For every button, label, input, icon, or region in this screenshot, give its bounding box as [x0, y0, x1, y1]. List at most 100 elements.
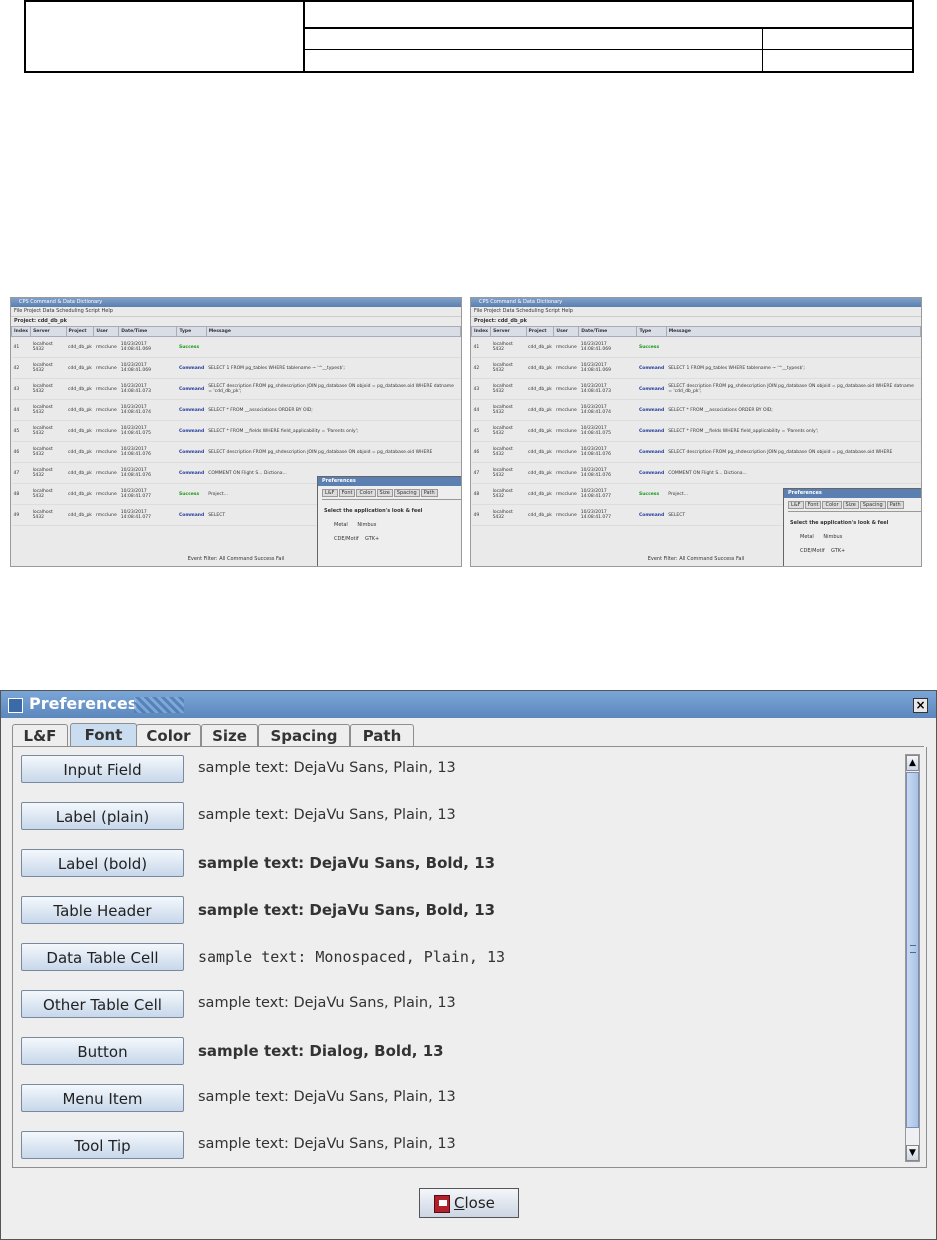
- thumb-cell: COMMENT ON Flight S... Dictiona...: [666, 462, 921, 484]
- thumb-cell: cdd_db_pk: [66, 357, 94, 379]
- thumb-cell: localhost 5432: [30, 462, 67, 484]
- tab-size[interactable]: Size: [201, 724, 258, 747]
- thumb-cell: localhost 5432: [490, 483, 527, 505]
- close-button-label: Close: [454, 1194, 495, 1212]
- close-button[interactable]: Close: [419, 1188, 519, 1218]
- thumb-cell: rmcclune: [553, 483, 579, 505]
- thumb-cell: 10/23/2017 14:08:41.076: [578, 441, 637, 463]
- thumb-cell: 10/23/2017 14:08:41.075: [118, 420, 177, 442]
- tab-font[interactable]: Font: [70, 723, 137, 748]
- thumb-table-row: 46 localhost 5432 cdd_db_pk rmcclune 10/23/2…: [471, 441, 921, 463]
- font-select-button[interactable]: Tool Tip: [21, 1131, 184, 1159]
- thumb-cell: 10/23/2017 14:08:41.077: [118, 504, 177, 526]
- thumb-cell: localhost 5432: [490, 504, 527, 526]
- thumb-cell: cdd_db_pk: [526, 399, 554, 421]
- font-select-button[interactable]: Button: [21, 1037, 184, 1065]
- font-select-button[interactable]: Menu Item: [21, 1084, 184, 1112]
- thumb-cell: Command: [176, 399, 207, 421]
- font-select-button[interactable]: Label (bold): [21, 849, 184, 877]
- thumb-cell: Success: [176, 483, 207, 505]
- tab-path[interactable]: Path: [350, 724, 414, 747]
- title-bar[interactable]: Preferences ×: [1, 691, 936, 718]
- font-sample-text: sample text: DejaVu Sans, Plain, 13: [198, 995, 456, 1011]
- thumb-cell: 46: [471, 441, 491, 463]
- thumb-cell: [666, 336, 921, 358]
- thumb-cell: Command: [176, 357, 207, 379]
- thumb-cell: 45: [11, 420, 31, 442]
- thumb-cell: Command: [176, 462, 207, 484]
- thumb-cell: SELECT description FROM pg_shdescription…: [666, 378, 921, 400]
- close-icon[interactable]: ×: [913, 698, 928, 713]
- thumb-cell: 49: [471, 504, 491, 526]
- thumb-cell: localhost 5432: [30, 378, 67, 400]
- thumb-cell: 41: [471, 336, 491, 358]
- screenshot-thumbnail-metal: CPS Command & Data Dictionary File Projec…: [10, 297, 462, 567]
- thumb-cell: Command: [176, 504, 207, 526]
- thumb-cell: 43: [11, 378, 31, 400]
- font-select-button[interactable]: Data Table Cell: [21, 943, 184, 971]
- thumb-cell: rmcclune: [93, 441, 119, 463]
- thumb-column-header: Type: [636, 326, 667, 337]
- thumb-table-row: 47 localhost 5432 cdd_db_pk rmcclune 10/23/2…: [471, 462, 921, 484]
- tab-color[interactable]: Color: [136, 724, 201, 747]
- thumb-table-row: 43 localhost 5432 cdd_db_pk rmcclune 10/23/2…: [471, 378, 921, 400]
- thumb-pref-question: Select the application's look & feel: [790, 520, 889, 526]
- thumb-table-row: 45 localhost 5432 cdd_db_pk rmcclune 10/23/2…: [11, 420, 461, 442]
- thumb-cell: Success: [176, 336, 207, 358]
- thumb-menu: File Project Data Scheduling Script Help: [11, 307, 461, 317]
- tab-lf[interactable]: L&F: [12, 724, 68, 747]
- thumb-cell: Success: [636, 483, 667, 505]
- screenshot-thumbnail-gtk: CPS Command & Data Dictionary File Projec…: [470, 297, 922, 567]
- font-select-button[interactable]: Label (plain): [21, 802, 184, 830]
- thumb-cell: cdd_db_pk: [66, 504, 94, 526]
- thumb-cell: localhost 5432: [30, 504, 67, 526]
- thumb-cell: SELECT * FROM __associations ORDER BY OI…: [666, 399, 921, 421]
- thumb-table-row: 44 localhost 5432 cdd_db_pk rmcclune 10/23/2…: [471, 399, 921, 421]
- thumb-cell: rmcclune: [93, 357, 119, 379]
- thumb-cell: cdd_db_pk: [526, 420, 554, 442]
- scroll-down-icon[interactable]: ▼: [906, 1145, 919, 1161]
- thumb-cell: 43: [471, 378, 491, 400]
- font-sample-text: sample text: DejaVu Sans, Bold, 13: [198, 901, 496, 919]
- thumb-title: CPS Command & Data Dictionary: [11, 298, 461, 307]
- thumb-cell: localhost 5432: [490, 336, 527, 358]
- thumb-cell: 10/23/2017 14:08:41.069: [118, 336, 177, 358]
- preferences-dialog: Preferences × L&F Font Color Size Spacin…: [0, 690, 937, 1240]
- font-select-button[interactable]: Other Table Cell: [21, 990, 184, 1018]
- thumb-column-header: Server: [30, 326, 67, 337]
- thumb-cell: localhost 5432: [490, 378, 527, 400]
- font-select-button[interactable]: Table Header: [21, 896, 184, 924]
- font-select-button[interactable]: Input Field: [21, 755, 184, 783]
- window-title: Preferences: [29, 694, 138, 713]
- thumb-cell: rmcclune: [93, 399, 119, 421]
- thumb-cell: 49: [11, 504, 31, 526]
- font-sample-text: sample text: DejaVu Sans, Plain, 13: [198, 807, 456, 823]
- tab-spacing[interactable]: Spacing: [258, 724, 350, 747]
- thumb-cell: rmcclune: [93, 420, 119, 442]
- thumb-pref-tab: Size: [842, 501, 859, 509]
- thumb-cell: Command: [636, 420, 667, 442]
- thumb-title: CPS Command & Data Dictionary: [471, 298, 921, 307]
- window-icon: [8, 698, 23, 713]
- thumb-pref-tab: Size: [376, 489, 393, 497]
- vertical-scrollbar[interactable]: ▲ ▼: [905, 754, 920, 1162]
- thumb-cell: cdd_db_pk: [526, 504, 554, 526]
- thumb-cell: 48: [471, 483, 491, 505]
- thumb-table-row: 41 localhost 5432 cdd_db_pk rmcclune 10/23/2…: [471, 336, 921, 358]
- thumb-cell: SELECT description FROM pg_shdescription…: [206, 378, 461, 400]
- thumb-pref-tab: Spacing: [393, 489, 420, 497]
- font-sample-text: sample text: DejaVu Sans, Plain, 13: [198, 1136, 456, 1152]
- scroll-up-icon[interactable]: ▲: [906, 755, 919, 771]
- thumb-cell: Command: [176, 441, 207, 463]
- thumb-cell: 42: [471, 357, 491, 379]
- thumb-cell: Command: [176, 378, 207, 400]
- thumb-cell: 45: [471, 420, 491, 442]
- thumb-cell: 10/23/2017 14:08:41.069: [578, 336, 637, 358]
- thumb-cell: cdd_db_pk: [526, 336, 554, 358]
- thumb-cell: rmcclune: [93, 378, 119, 400]
- thumb-cell: cdd_db_pk: [526, 483, 554, 505]
- thumb-cell: localhost 5432: [490, 462, 527, 484]
- scroll-thumb[interactable]: [906, 772, 919, 1128]
- thumb-cell: rmcclune: [93, 462, 119, 484]
- thumb-cell: rmcclune: [553, 420, 579, 442]
